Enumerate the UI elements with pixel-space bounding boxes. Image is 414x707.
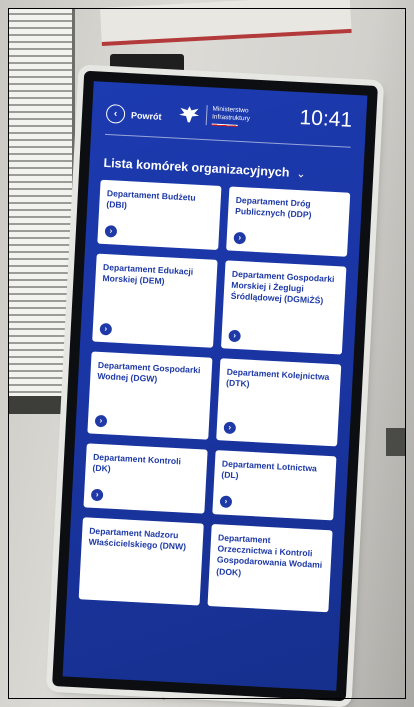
photo-frame [8, 8, 406, 699]
